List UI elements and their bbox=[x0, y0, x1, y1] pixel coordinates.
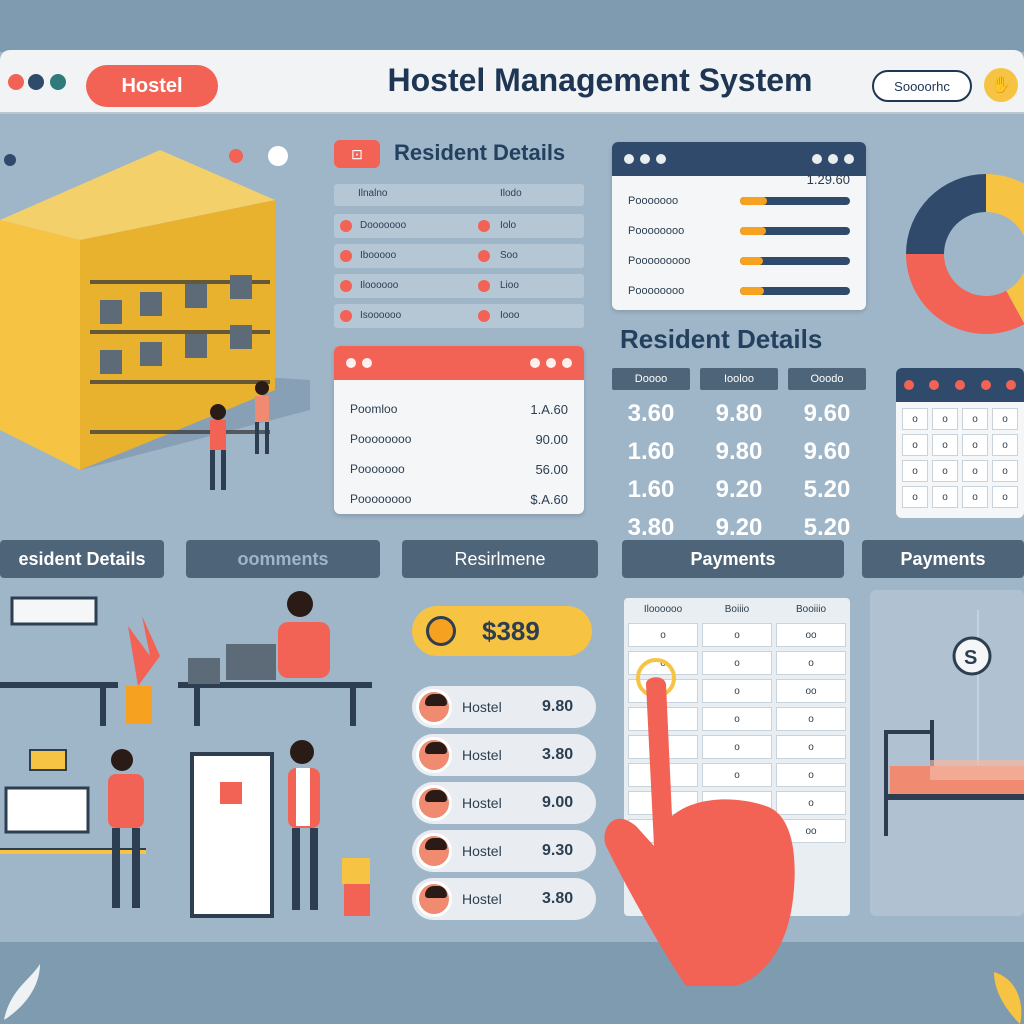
office-staff-illustration bbox=[0, 591, 372, 918]
payment-row[interactable]: Pooooooo 56.00 bbox=[334, 454, 584, 484]
table-row: 1.60 9.80 9.60 bbox=[627, 438, 851, 465]
calendar-day[interactable]: o bbox=[992, 486, 1018, 508]
donut-slice bbox=[906, 254, 1024, 334]
nav-comments[interactable]: oomments bbox=[186, 540, 380, 578]
calendar-day[interactable]: o bbox=[902, 460, 928, 482]
resident-details-row[interactable]: Iloooooo Lioo bbox=[334, 274, 584, 298]
calendar-day[interactable]: o bbox=[932, 460, 958, 482]
payment-row[interactable]: Poomloo 1.A.60 bbox=[334, 394, 584, 424]
resident-details-table: Doooo Iooloo Ooodo 3.60 9.80 9.60 1.60 9.80 9.6… bbox=[612, 368, 866, 542]
resident-list-item[interactable]: Hostel 9.80 bbox=[412, 686, 596, 728]
progress-bar bbox=[740, 257, 850, 265]
plant-leaf-decoration bbox=[4, 964, 40, 1020]
table-column-header[interactable]: Doooo bbox=[612, 368, 690, 390]
progress-bar bbox=[740, 197, 850, 205]
resident-details-heading: Resident Details bbox=[620, 324, 823, 354]
calendar-day[interactable]: o bbox=[932, 408, 958, 430]
app-title: Hostel Management System bbox=[387, 62, 813, 98]
resident-list-item[interactable]: Hostel 9.00 bbox=[412, 782, 596, 824]
payment-progress-card: Pooooooo 1.29.60 Poooooooo Pooooooooo Pooooo… bbox=[612, 142, 866, 310]
progress-fill bbox=[740, 197, 767, 205]
progress-row: Pooooooo 1.29.60 bbox=[628, 172, 850, 207]
payments-card: Poomloo 1.A.60 Poooooooo 90.00 Pooooooo 56.00… bbox=[334, 346, 584, 514]
progress-row: Pooooooooo bbox=[612, 246, 866, 276]
nav-payments-2[interactable]: Payments bbox=[862, 540, 1024, 578]
calendar-day[interactable]: o bbox=[962, 486, 988, 508]
resident-details-row[interactable]: Isoooooo Iooo bbox=[334, 304, 584, 328]
total-amount-badge: $389 bbox=[412, 606, 592, 656]
occupancy-donut-chart bbox=[906, 174, 1024, 334]
calendar-day[interactable]: o bbox=[902, 486, 928, 508]
minimize-dot[interactable] bbox=[28, 74, 44, 90]
calendar-day[interactable]: o bbox=[992, 408, 1018, 430]
grid-row[interactable]: oooo bbox=[624, 621, 850, 649]
dollar-sign: S bbox=[964, 647, 977, 669]
progress-row: Poooooooo bbox=[612, 216, 866, 246]
calendar-day[interactable]: o bbox=[932, 486, 958, 508]
status-dot-icon bbox=[340, 250, 352, 262]
pointing-hand-icon bbox=[604, 658, 795, 986]
calendar-day[interactable]: o bbox=[932, 434, 958, 456]
progress-fill bbox=[740, 257, 763, 265]
table-column-header[interactable]: Ooodo bbox=[788, 368, 866, 390]
resident-avatar bbox=[416, 785, 452, 821]
bed-illustration: S bbox=[884, 610, 1024, 836]
table-column-header[interactable]: Iooloo bbox=[700, 368, 778, 390]
resident-details-icon: ⊡ bbox=[334, 140, 380, 168]
grid-column-header[interactable]: Iloooooo bbox=[628, 604, 698, 615]
resident-details-row[interactable]: Dooooooo Iolo bbox=[334, 214, 584, 238]
total-amount: $389 bbox=[482, 615, 540, 646]
status-dot-icon bbox=[478, 280, 490, 292]
hostel-tab[interactable]: Hostel bbox=[86, 65, 218, 107]
calendar-day[interactable]: o bbox=[902, 408, 928, 430]
grid-column-header[interactable]: Booiiio bbox=[776, 604, 846, 615]
calendar-day[interactable]: o bbox=[962, 408, 988, 430]
table-row: 3.60 9.80 9.60 bbox=[627, 400, 851, 427]
resident-avatar bbox=[416, 737, 452, 773]
status-dot-icon bbox=[340, 280, 352, 292]
progress-bar bbox=[740, 287, 850, 295]
status-dot-icon bbox=[340, 310, 352, 322]
progress-bar bbox=[740, 227, 850, 235]
nav-residence[interactable]: Resirlmene bbox=[402, 540, 598, 578]
hostel-building-illustration bbox=[0, 146, 310, 490]
table-row: 1.60 9.20 5.20 bbox=[627, 476, 851, 503]
calendar-day[interactable]: o bbox=[962, 460, 988, 482]
resident-details-header: Ilnalno Ilodo bbox=[334, 184, 584, 206]
resident-avatar bbox=[416, 689, 452, 725]
resident-list-item[interactable]: Hostel 3.80 bbox=[412, 878, 596, 920]
status-dot-icon bbox=[478, 250, 490, 262]
status-dot-icon bbox=[340, 220, 352, 232]
nav-payments[interactable]: Payments bbox=[622, 540, 844, 578]
donut-slice bbox=[906, 174, 986, 254]
calendar-day[interactable]: o bbox=[962, 434, 988, 456]
resident-list-item[interactable]: Hostel 3.80 bbox=[412, 734, 596, 776]
progress-row: Poooooooo bbox=[612, 276, 866, 306]
payment-row[interactable]: Poooooooo $.A.60 bbox=[334, 484, 584, 514]
close-dot[interactable] bbox=[8, 74, 24, 90]
plant-leaf-decoration-2 bbox=[994, 972, 1022, 1024]
calendar-day[interactable]: o bbox=[902, 434, 928, 456]
coin-icon bbox=[426, 616, 456, 646]
resident-details-card: ⊡ Resident Details Ilnalno Ilodo Doooooo… bbox=[334, 138, 584, 328]
status-dot-icon bbox=[478, 220, 490, 232]
calendar-day[interactable]: o bbox=[992, 434, 1018, 456]
resident-list-item[interactable]: Hostel 9.30 bbox=[412, 830, 596, 872]
calendar-widget[interactable]: oooooooooooooooo bbox=[896, 368, 1024, 518]
resident-details-title: Resident Details bbox=[394, 140, 566, 165]
resident-avatar bbox=[416, 833, 452, 869]
calendar-day[interactable]: o bbox=[992, 460, 1018, 482]
search-button[interactable]: Soooorhc bbox=[872, 70, 972, 102]
maximize-dot[interactable] bbox=[50, 74, 66, 90]
grid-column-header[interactable]: Boiiio bbox=[702, 604, 772, 615]
payment-row[interactable]: Poooooooo 90.00 bbox=[334, 424, 584, 454]
table-row: 3.80 9.20 5.20 bbox=[627, 514, 851, 541]
user-avatar-icon[interactable]: ✋ bbox=[984, 68, 1018, 102]
resident-avatar bbox=[416, 881, 452, 917]
progress-fill bbox=[740, 287, 764, 295]
status-dot-icon bbox=[478, 310, 490, 322]
progress-fill bbox=[740, 227, 766, 235]
nav-resident-details[interactable]: esident Details bbox=[0, 540, 164, 578]
resident-details-row[interactable]: Ibooooo Soo bbox=[334, 244, 584, 268]
